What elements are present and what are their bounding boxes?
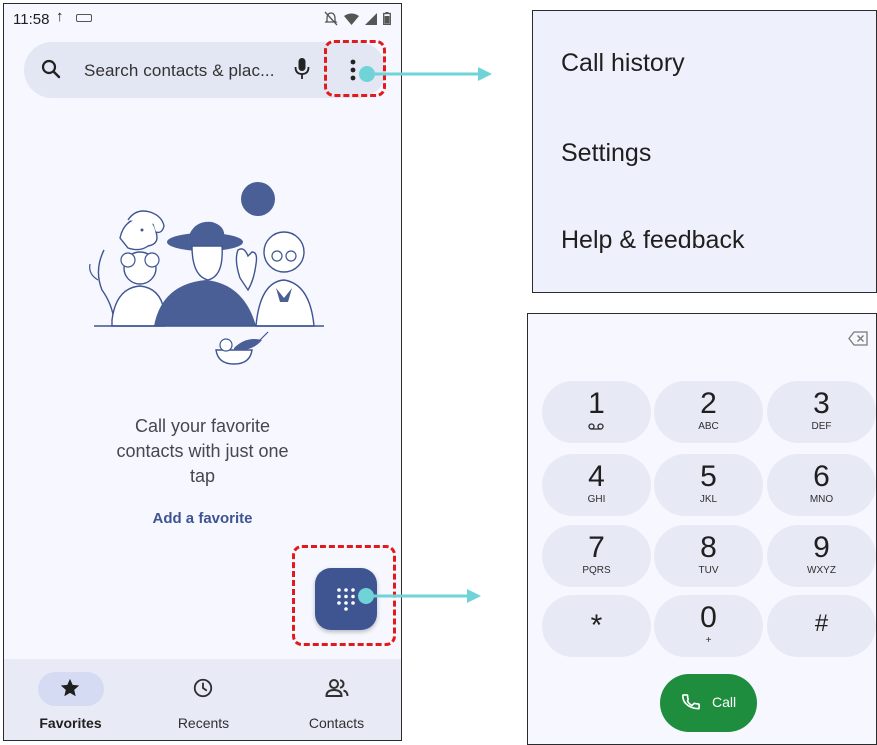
key-letters: JKL [699, 494, 718, 505]
key-digit: 9 [813, 531, 830, 564]
dialpad-key-5[interactable]: 5 JKL [654, 454, 763, 516]
key-letters: TUV [698, 565, 719, 576]
phone-icon [682, 694, 700, 710]
key-digit: 5 [700, 460, 717, 493]
overflow-menu: Call history Settings Help & feedback [532, 10, 877, 293]
empty-state-message: Call your favorite contacts with just on… [4, 414, 401, 489]
battery-icon [383, 12, 391, 25]
upload-icon: ↑ [56, 8, 64, 25]
key-letters: MNO [809, 494, 834, 505]
key-digit: 4 [588, 460, 605, 493]
arrow-to-dialpad [358, 588, 481, 604]
key-digit: * [590, 609, 603, 642]
backspace-icon[interactable] [848, 331, 868, 351]
key-letters: WXYZ [807, 565, 836, 576]
dialpad-key-1[interactable]: 1 [542, 381, 651, 443]
key-digit: 2 [700, 387, 717, 420]
key-digit: 8 [700, 531, 717, 564]
wifi-icon [344, 13, 359, 25]
arrow-to-menu [359, 66, 492, 82]
tab-label: Contacts [308, 715, 365, 731]
add-favorite-link[interactable]: Add a favorite [4, 510, 401, 527]
dialpad-key-hash[interactable]: # [767, 595, 876, 657]
dialpad-key-7[interactable]: 7 PQRS [542, 525, 651, 587]
key-letters: PQRS [582, 565, 611, 576]
status-time: 11:58 [13, 11, 50, 28]
mic-icon[interactable] [294, 57, 310, 86]
key-digit: 1 [588, 387, 605, 420]
empty-state-line: tap [189, 466, 216, 486]
status-bar: 11:58 ↑ [4, 4, 401, 38]
empty-state-line: contacts with just one [116, 441, 289, 461]
key-digit: 0 [700, 601, 717, 634]
status-icons [324, 11, 391, 26]
key-digit: # [814, 610, 829, 637]
dialpad-key-3[interactable]: 3 DEF [767, 381, 876, 443]
volte-icon [76, 14, 92, 22]
bottom-navigation: Favorites Recents Contacts [4, 659, 401, 740]
key-digit: 6 [813, 460, 830, 493]
call-label: Call [712, 694, 737, 710]
tab-recents[interactable]: Recents [137, 659, 270, 740]
key-digit: 7 [588, 531, 605, 564]
signal-icon [365, 12, 377, 25]
menu-item-call-history[interactable]: Call history [561, 49, 685, 78]
empty-state-line: Call your favorite [134, 416, 271, 436]
search-icon[interactable] [40, 58, 62, 85]
dialpad-key-6[interactable]: 6 MNO [767, 454, 876, 516]
tab-contacts[interactable]: Contacts [270, 659, 401, 740]
key-letters: GHI [587, 494, 606, 505]
key-letters: DEF [811, 421, 832, 432]
menu-item-help-feedback[interactable]: Help & feedback [561, 226, 744, 255]
dialpad-key-2[interactable]: 2 ABC [654, 381, 763, 443]
dialpad-key-0[interactable]: 0 + [654, 595, 763, 657]
key-letters: + [705, 635, 712, 646]
search-input[interactable]: Search contacts & plac... [84, 61, 275, 81]
tab-favorites[interactable]: Favorites [4, 659, 137, 740]
favorites-illustration [89, 182, 324, 365]
menu-item-settings[interactable]: Settings [561, 139, 651, 168]
people-icon [325, 679, 349, 697]
call-button[interactable]: Call [660, 674, 757, 732]
key-letters: ABC [698, 421, 719, 432]
star-icon [60, 678, 80, 697]
bell-off-icon [324, 11, 338, 26]
voicemail-icon [588, 423, 604, 430]
dialpad-key-star[interactable]: * [542, 595, 651, 657]
tab-label: Recents [177, 715, 230, 731]
dialpad-key-8[interactable]: 8 TUV [654, 525, 763, 587]
tab-label: Favorites [39, 715, 102, 731]
dialpad-key-9[interactable]: 9 WXYZ [767, 525, 876, 587]
dialpad-key-4[interactable]: 4 GHI [542, 454, 651, 516]
clock-icon [193, 678, 213, 698]
dialpad-screen: 1 2 ABC 3 DEF 4 GHI 5 JKL 6 MNO 7 PQRS 8… [527, 313, 877, 745]
key-digit: 3 [813, 387, 830, 420]
